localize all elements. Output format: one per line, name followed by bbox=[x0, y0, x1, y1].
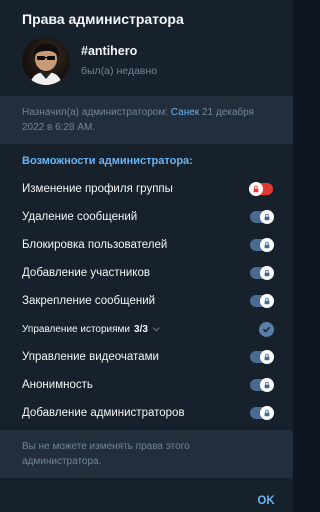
permission-label: Управление историями 3/3 ⌵ bbox=[22, 323, 160, 335]
permission-row-anonymous[interactable]: Анонимность bbox=[0, 371, 293, 399]
permission-label: Изменение профиля группы bbox=[22, 183, 173, 195]
lock-icon bbox=[260, 266, 274, 280]
permission-label: Добавление администраторов bbox=[22, 407, 185, 419]
permission-row-delete-messages[interactable]: Удаление сообщений bbox=[0, 203, 293, 231]
lock-icon bbox=[260, 350, 274, 364]
avatar[interactable] bbox=[22, 37, 70, 85]
permission-row-manage-stories[interactable]: Управление историями 3/3 ⌵ bbox=[0, 315, 293, 343]
lock-icon bbox=[260, 378, 274, 392]
ok-button[interactable]: OK bbox=[246, 492, 286, 510]
permission-label: Блокировка пользователей bbox=[22, 239, 168, 251]
permission-row-manage-video-chats[interactable]: Управление видеочатами bbox=[0, 343, 293, 371]
permission-row-ban-users[interactable]: Блокировка пользователей bbox=[0, 231, 293, 259]
permission-label: Закрепление сообщений bbox=[22, 295, 156, 307]
permission-label: Управление видеочатами bbox=[22, 351, 159, 363]
permission-row-change-info[interactable]: Изменение профиля группы bbox=[0, 175, 293, 203]
checkmark-icon[interactable] bbox=[259, 321, 274, 337]
user-name: #antihero bbox=[81, 44, 138, 58]
permission-label: Добавление участников bbox=[22, 267, 150, 279]
admin-rights-dialog: Права администратора #antihero был(а) не… bbox=[0, 0, 293, 512]
permission-toggle[interactable] bbox=[250, 406, 274, 420]
user-card: #antihero был(а) недавно bbox=[22, 37, 282, 85]
permission-toggle[interactable] bbox=[250, 378, 274, 392]
appointer-link[interactable]: Санек bbox=[171, 107, 199, 118]
permission-toggle[interactable] bbox=[250, 266, 274, 280]
stories-count: 3/3 bbox=[134, 323, 148, 335]
lock-icon bbox=[260, 406, 274, 420]
permission-toggle[interactable] bbox=[250, 294, 274, 308]
section-title: Возможности администратора: bbox=[22, 155, 193, 167]
permission-toggle[interactable] bbox=[250, 350, 274, 364]
permission-toggle[interactable] bbox=[250, 210, 274, 224]
avatar-image bbox=[30, 43, 62, 85]
lock-icon bbox=[260, 210, 274, 224]
appointed-prefix: Назначил(а) администратором: bbox=[22, 107, 171, 118]
appointed-info: Назначил(а) администратором: Санек 21 де… bbox=[0, 96, 293, 144]
lock-icon bbox=[260, 238, 274, 252]
permission-toggle[interactable] bbox=[249, 182, 273, 196]
permission-row-add-admins[interactable]: Добавление администраторов bbox=[0, 399, 293, 427]
cannot-edit-note: Вы не можете изменять права этого админи… bbox=[0, 430, 293, 478]
lock-icon bbox=[249, 182, 263, 196]
stories-label: Управление историями bbox=[22, 323, 131, 335]
permission-label: Анонимность bbox=[22, 379, 93, 391]
permission-toggle[interactable] bbox=[250, 238, 274, 252]
dialog-title: Права администратора bbox=[22, 11, 184, 27]
permission-row-pin-messages[interactable]: Закрепление сообщений bbox=[0, 287, 293, 315]
lock-icon bbox=[260, 294, 274, 308]
permission-row-add-members[interactable]: Добавление участников bbox=[0, 259, 293, 287]
chevron-down-icon[interactable]: ⌵ bbox=[153, 323, 160, 334]
user-status: был(а) недавно bbox=[81, 65, 158, 77]
permission-label: Удаление сообщений bbox=[22, 211, 138, 223]
